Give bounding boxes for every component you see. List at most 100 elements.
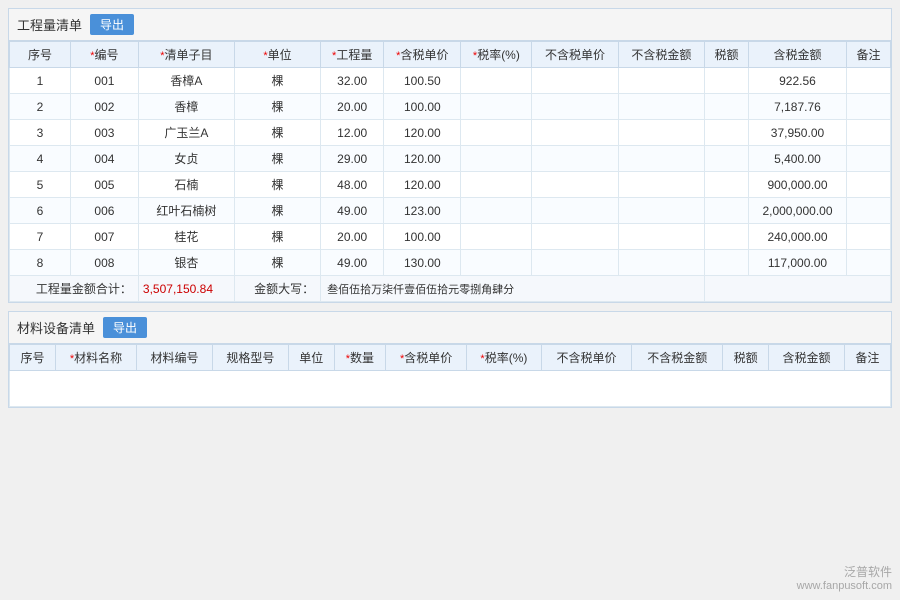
table-cell — [618, 250, 704, 276]
table-cell — [705, 224, 749, 250]
table-cell — [847, 120, 891, 146]
table-cell — [461, 146, 532, 172]
table-cell — [705, 68, 749, 94]
section-engineering-list: 工程量清单 导出 序号 *编号 *清单子目 *单位 *工程量 *含税单价 *税率… — [8, 8, 892, 303]
col-tax: 税额 — [705, 42, 749, 68]
table-cell: 7 — [10, 224, 71, 250]
section2-empty-row — [10, 371, 891, 407]
table-cell: 117,000.00 — [748, 250, 846, 276]
table-cell — [705, 172, 749, 198]
table-cell: 桂花 — [138, 224, 234, 250]
s2-col-notax-price: 不含税单价 — [541, 345, 632, 371]
table-cell: 37,950.00 — [748, 120, 846, 146]
table-cell — [847, 172, 891, 198]
table-cell — [705, 120, 749, 146]
table-row: 1001香樟A棵32.00100.50922.56 — [10, 68, 891, 94]
table-cell: 棵 — [234, 146, 320, 172]
table-cell: 5 — [10, 172, 71, 198]
table-row: 5005石楠棵48.00120.00900,000.00 — [10, 172, 891, 198]
table-cell: 005 — [70, 172, 138, 198]
col-amount: 含税金额 — [748, 42, 846, 68]
table-cell: 49.00 — [321, 198, 384, 224]
table-cell: 240,000.00 — [748, 224, 846, 250]
table-cell: 20.00 — [321, 224, 384, 250]
table-cell — [847, 198, 891, 224]
table-cell — [618, 172, 704, 198]
s2-col-tax-price: *含税单价 — [386, 345, 467, 371]
daxie-value: 叁佰伍拾万柒仟壹佰伍拾元零捌角肆分 — [321, 276, 705, 302]
table-cell — [532, 250, 618, 276]
table-cell: 008 — [70, 250, 138, 276]
table-cell: 广玉兰A — [138, 120, 234, 146]
table-cell: 女贞 — [138, 146, 234, 172]
table-cell: 棵 — [234, 224, 320, 250]
table-cell: 1 — [10, 68, 71, 94]
table-cell — [532, 146, 618, 172]
table-cell — [461, 120, 532, 146]
s2-col-qty: *数量 — [334, 345, 385, 371]
table-cell — [461, 224, 532, 250]
col-code: *编号 — [70, 42, 138, 68]
watermark-line2: www.fanpusoft.com — [797, 580, 892, 592]
table-cell — [618, 68, 704, 94]
table-cell — [461, 172, 532, 198]
table-cell: 石楠 — [138, 172, 234, 198]
table-cell: 棵 — [234, 120, 320, 146]
section1-export-button[interactable]: 导出 — [90, 14, 134, 35]
s2-col-tax: 税额 — [723, 345, 769, 371]
s2-col-notax-amount: 不含税金额 — [632, 345, 723, 371]
table-cell — [461, 68, 532, 94]
table-cell: 7,187.76 — [748, 94, 846, 120]
table-cell: 100.00 — [384, 224, 461, 250]
daxie-label: 金额大写： — [234, 276, 320, 302]
col-notax-amount: 不含税金额 — [618, 42, 704, 68]
table-cell — [532, 120, 618, 146]
watermark-line1: 泛普软件 — [797, 563, 892, 580]
table-cell: 32.00 — [321, 68, 384, 94]
table-cell: 12.00 — [321, 120, 384, 146]
table-row: 6006红叶石楠树棵49.00123.002,000,000.00 — [10, 198, 891, 224]
col-notax-price: 不含税单价 — [532, 42, 618, 68]
table-cell — [532, 224, 618, 250]
s2-col-spec: 规格型号 — [212, 345, 288, 371]
table-cell: 123.00 — [384, 198, 461, 224]
watermark: 泛普软件 www.fanpusoft.com — [797, 563, 892, 592]
section2-header-row: 序号 *材料名称 材料编号 规格型号 单位 *数量 *含税单价 *税率(%) 不… — [10, 345, 891, 371]
section1-header: 工程量清单 导出 — [9, 9, 891, 41]
col-tax-price: *含税单价 — [384, 42, 461, 68]
table-cell — [618, 224, 704, 250]
section-material-list: 材料设备清单 导出 序号 *材料名称 材料编号 规格型号 单位 *数量 *含税单… — [8, 311, 892, 408]
table-cell — [705, 198, 749, 224]
table-cell: 20.00 — [321, 94, 384, 120]
s2-col-tax-rate: *税率(%) — [467, 345, 541, 371]
table-cell: 5,400.00 — [748, 146, 846, 172]
table-cell: 红叶石楠树 — [138, 198, 234, 224]
total-label: 工程量金额合计： — [10, 276, 139, 302]
table-cell: 900,000.00 — [748, 172, 846, 198]
table-cell — [847, 224, 891, 250]
table-cell: 2 — [10, 94, 71, 120]
table-cell — [847, 94, 891, 120]
col-qty: *工程量 — [321, 42, 384, 68]
table-cell: 棵 — [234, 250, 320, 276]
table-cell: 香樟 — [138, 94, 234, 120]
s2-col-seq: 序号 — [10, 345, 56, 371]
table-cell: 48.00 — [321, 172, 384, 198]
table-row: 4004女贞棵29.00120.005,400.00 — [10, 146, 891, 172]
table-row: 3003广玉兰A棵12.00120.0037,950.00 — [10, 120, 891, 146]
table-cell — [705, 94, 749, 120]
s2-col-remark: 备注 — [844, 345, 890, 371]
table-cell — [532, 94, 618, 120]
table-cell — [461, 94, 532, 120]
section1-table-wrapper: 序号 *编号 *清单子目 *单位 *工程量 *含税单价 *税率(%) 不含税单价… — [9, 41, 891, 302]
col-unit: *单位 — [234, 42, 320, 68]
table-cell — [461, 250, 532, 276]
table-cell: 8 — [10, 250, 71, 276]
table-row: 7007桂花棵20.00100.00 240,000.00 — [10, 224, 891, 250]
table-cell: 120.00 — [384, 146, 461, 172]
table-cell: 007 — [70, 224, 138, 250]
section2-title: 材料设备清单 — [17, 318, 95, 337]
s2-col-code: 材料编号 — [137, 345, 213, 371]
section2-export-button[interactable]: 导出 — [103, 317, 147, 338]
table-header-row: 序号 *编号 *清单子目 *单位 *工程量 *含税单价 *税率(%) 不含税单价… — [10, 42, 891, 68]
